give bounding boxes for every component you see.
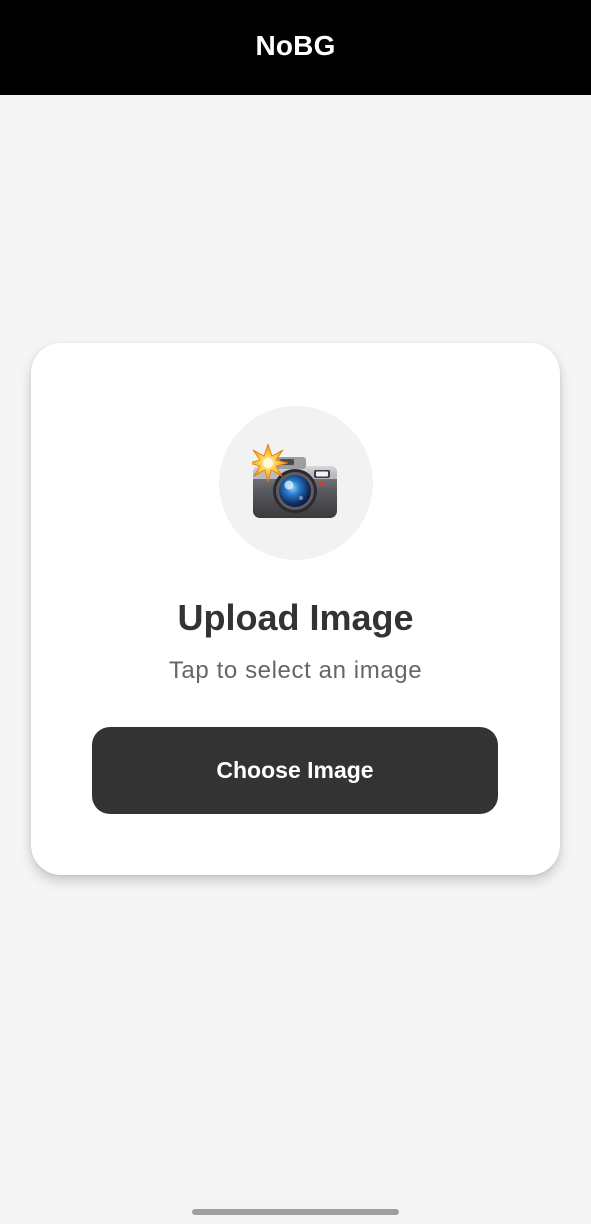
app-header: NoBG	[0, 0, 591, 95]
home-indicator[interactable]	[192, 1209, 399, 1215]
upload-icon-circle[interactable]	[219, 406, 373, 560]
choose-image-button[interactable]: Choose Image	[92, 727, 498, 814]
upload-subtitle: Tap to select an image	[168, 657, 423, 684]
camera-with-flash-icon	[252, 444, 337, 518]
upload-title: Upload Image	[177, 597, 414, 638]
upload-card[interactable]: Upload Image Tap to select an image Choo…	[31, 343, 560, 875]
app-title: NoBG	[255, 29, 336, 61]
